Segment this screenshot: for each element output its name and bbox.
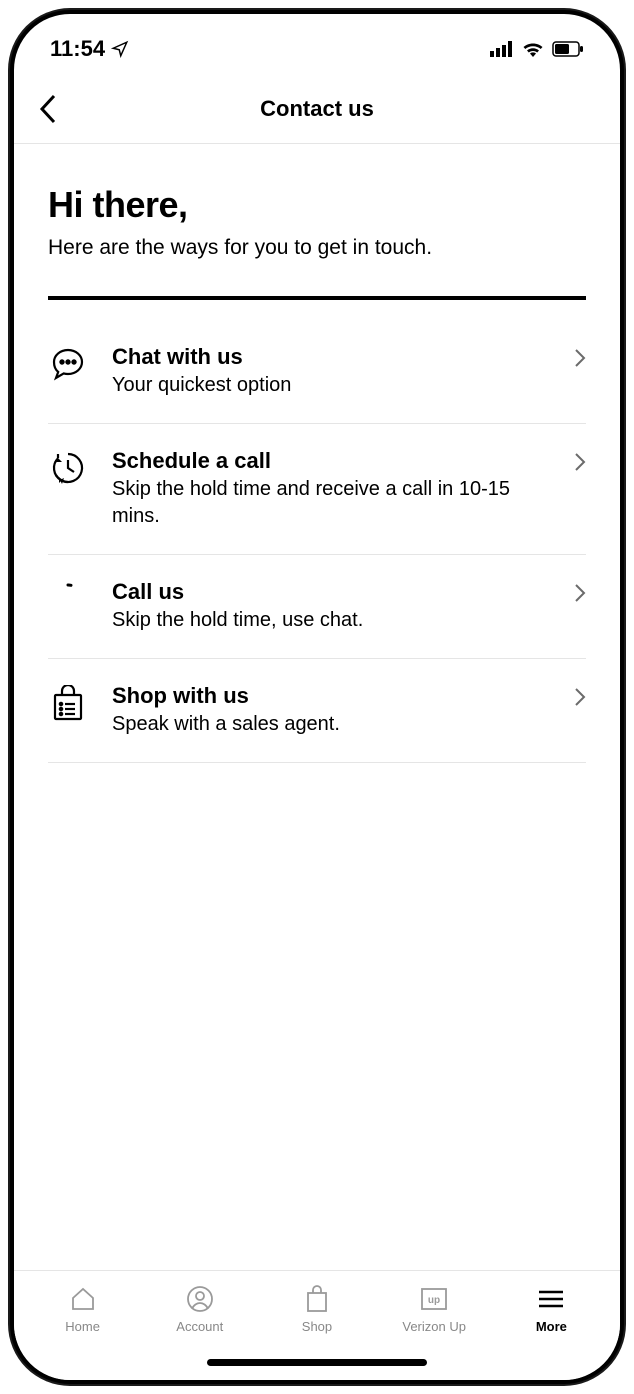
option-chat-with-us[interactable]: Chat with us Your quickest option: [48, 320, 586, 424]
option-text: Shop with us Speak with a sales agent.: [112, 683, 550, 738]
status-time: 11:54: [50, 36, 105, 62]
tab-more[interactable]: More: [501, 1285, 601, 1334]
status-bar: 11:54: [14, 14, 620, 74]
tab-home[interactable]: Home: [33, 1285, 133, 1334]
chevron-left-icon: [38, 92, 58, 126]
svg-text:up: up: [428, 1295, 440, 1306]
battery-icon: [552, 41, 584, 57]
option-text: Call us Skip the hold time, use chat.: [112, 579, 550, 634]
tab-label: Shop: [302, 1319, 332, 1334]
tab-label: Home: [65, 1319, 100, 1334]
back-button[interactable]: [38, 92, 58, 126]
greeting-heading: Hi there,: [48, 184, 586, 226]
option-desc: Skip the hold time, use chat.: [112, 607, 550, 634]
option-schedule-a-call[interactable]: Schedule a call Skip the hold time and r…: [48, 424, 586, 555]
chat-bubble-icon: [48, 344, 88, 382]
option-text: Chat with us Your quickest option: [112, 344, 550, 399]
option-title: Call us: [112, 579, 550, 605]
tab-label: Verizon Up: [402, 1319, 466, 1334]
tab-verizon-up[interactable]: up Verizon Up: [384, 1285, 484, 1334]
shop-bag-icon: [304, 1285, 330, 1313]
tab-account[interactable]: Account: [150, 1285, 250, 1334]
option-title: Shop with us: [112, 683, 550, 709]
hamburger-menu-icon: [537, 1285, 565, 1313]
content-area: Hi there, Here are the ways for you to g…: [14, 144, 620, 763]
tab-shop[interactable]: Shop: [267, 1285, 367, 1334]
status-left: 11:54: [50, 36, 129, 62]
divider: [48, 296, 586, 300]
location-arrow-icon: [111, 40, 129, 58]
tab-label: More: [536, 1319, 567, 1334]
phone-frame: 11:54: [10, 10, 624, 1384]
clock-schedule-icon: [48, 448, 88, 486]
option-text: Schedule a call Skip the hold time and r…: [112, 448, 550, 530]
chevron-right-icon: [574, 344, 586, 373]
option-desc: Skip the hold time and receive a call in…: [112, 476, 550, 530]
account-icon: [186, 1285, 214, 1313]
spinner-icon: [48, 579, 88, 617]
cellular-signal-icon: [490, 41, 514, 57]
status-right: [490, 41, 584, 57]
option-title: Schedule a call: [112, 448, 550, 474]
chevron-right-icon: [574, 448, 586, 477]
nav-header: Contact us: [14, 74, 620, 144]
chevron-right-icon: [574, 579, 586, 608]
page-title: Contact us: [14, 96, 620, 122]
home-icon: [69, 1285, 97, 1313]
option-desc: Speak with a sales agent.: [112, 711, 550, 738]
greeting-subtitle: Here are the ways for you to get in touc…: [48, 236, 586, 260]
verizon-up-icon: up: [419, 1285, 449, 1313]
home-indicator[interactable]: [207, 1359, 427, 1366]
wifi-icon: [522, 41, 544, 57]
shopping-bag-list-icon: [48, 683, 88, 723]
option-title: Chat with us: [112, 344, 550, 370]
tab-label: Account: [176, 1319, 223, 1334]
chevron-right-icon: [574, 683, 586, 712]
option-shop-with-us[interactable]: Shop with us Speak with a sales agent.: [48, 659, 586, 763]
option-desc: Your quickest option: [112, 372, 550, 399]
option-call-us[interactable]: Call us Skip the hold time, use chat.: [48, 555, 586, 659]
